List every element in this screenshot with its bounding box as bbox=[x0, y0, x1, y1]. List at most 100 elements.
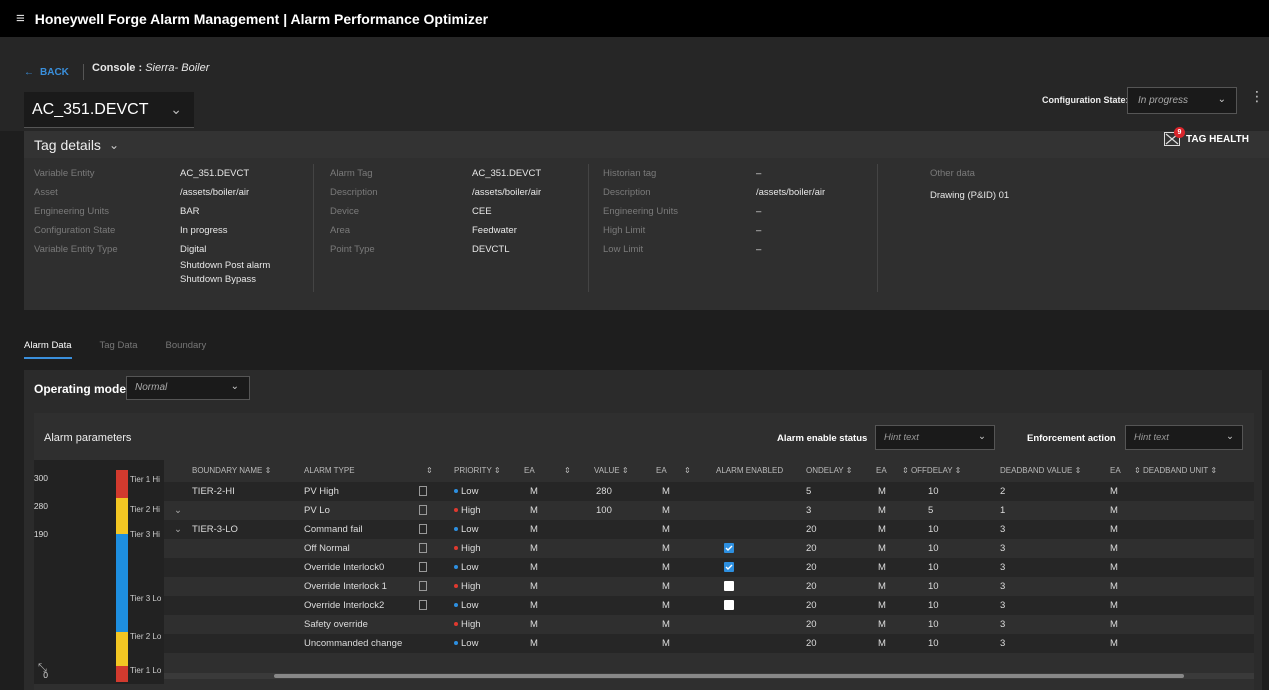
scrollbar-thumb[interactable] bbox=[274, 674, 1184, 678]
col-header-ea[interactable]: EA bbox=[1110, 460, 1121, 482]
detail-label: Engineering Units bbox=[34, 206, 109, 217]
priority-label: High bbox=[461, 505, 481, 516]
enforcement-action-select[interactable]: Hint text ⌄ bbox=[1125, 425, 1243, 450]
col-header-alarm-type[interactable]: ALARM TYPE bbox=[304, 460, 355, 482]
col-header-ea[interactable]: EA bbox=[656, 460, 667, 482]
table-row[interactable]: TIER-2-HI PV High Low M 280 M 5 M 10 2 M bbox=[164, 482, 1254, 501]
priority-dot-icon bbox=[454, 565, 458, 570]
tag-details-title: Tag details bbox=[34, 136, 101, 153]
kebab-icon[interactable]: ⋮ bbox=[1250, 88, 1264, 105]
document-icon[interactable] bbox=[419, 524, 427, 534]
col-header-value[interactable]: VALUE ⇕ bbox=[594, 460, 629, 482]
alarm-type-cell: Off Normal bbox=[304, 543, 350, 554]
col-header-deadband-unit[interactable]: ⇕ DEADBAND UNIT ⇕ bbox=[1134, 460, 1217, 482]
menu-icon[interactable]: ≡ bbox=[16, 10, 25, 27]
priority-dot-icon bbox=[454, 546, 458, 551]
tag-health-button[interactable]: 9 TAG HEALTH bbox=[1164, 127, 1249, 146]
table-row[interactable]: ⌄ TIER-3-LO Command fail Low M M 20 M 10 3 M bbox=[164, 520, 1254, 539]
col-header-offdelay[interactable]: ⇕ OFFDELAY ⇕ bbox=[902, 460, 961, 482]
boundary-name-cell: TIER-2-HI bbox=[192, 486, 235, 497]
sort-icon[interactable]: ⇕ bbox=[426, 460, 433, 482]
col-header-ea[interactable]: EA bbox=[524, 460, 535, 482]
priority-cell: High bbox=[454, 501, 481, 520]
col-header-ondelay[interactable]: ONDELAY ⇕ bbox=[806, 460, 852, 482]
offdelay-cell: 10 bbox=[928, 638, 939, 649]
col-header-priority[interactable]: PRIORITY ⇕ bbox=[454, 460, 501, 482]
document-icon[interactable] bbox=[419, 562, 427, 572]
tab-boundary[interactable]: Boundary bbox=[166, 340, 207, 359]
table-row[interactable]: Override Interlock 1 High M M 20 M 10 3 M bbox=[164, 577, 1254, 596]
boundary-label: Tier 3 Hi bbox=[130, 530, 160, 539]
table-row[interactable]: Off Normal High M M 20 M 10 3 M bbox=[164, 539, 1254, 558]
alarm-enabled-checkbox[interactable] bbox=[724, 581, 734, 591]
back-arrow-icon: ← bbox=[24, 66, 34, 78]
tag-select-value: AC_351.DEVCT bbox=[32, 100, 149, 118]
offdelay-cell: 10 bbox=[928, 486, 939, 497]
divider bbox=[877, 164, 878, 292]
sort-icon: ⇕ bbox=[621, 466, 629, 475]
ea-cell: M bbox=[662, 581, 670, 592]
detail-label: Configuration State bbox=[34, 225, 116, 236]
col-header-ea[interactable]: EA bbox=[876, 460, 887, 482]
boundary-label: Tier 3 Lo bbox=[130, 594, 162, 603]
sort-icon: ⇕ bbox=[845, 466, 853, 475]
ea-cell: M bbox=[1110, 524, 1118, 535]
detail-value: Digital bbox=[180, 244, 207, 255]
alarm-enable-status-select[interactable]: Hint text ⌄ bbox=[875, 425, 995, 450]
deadband-value-cell: 3 bbox=[1000, 600, 1006, 611]
boundary-bar: 300 280 190 0 Tier 1 Hi Tier 2 Hi Tier 3… bbox=[34, 460, 164, 684]
deadband-value-cell: 3 bbox=[1000, 581, 1006, 592]
tag-details-col1-values: AC_351.DEVCT /assets/boiler/air BAR In p… bbox=[180, 164, 270, 287]
detail-label: Area bbox=[330, 225, 351, 236]
deadband-value-cell: 3 bbox=[1000, 524, 1006, 535]
tag-health-icon: 9 bbox=[1164, 127, 1185, 146]
detail-value: BAR bbox=[180, 206, 200, 217]
sort-icon[interactable]: ⇕ bbox=[684, 460, 691, 482]
alarm-enabled-checkbox[interactable] bbox=[724, 543, 734, 553]
col-header-alarm-enabled[interactable]: ALARM ENABLED bbox=[716, 460, 783, 482]
ondelay-cell: 20 bbox=[806, 581, 817, 592]
alarm-enabled-checkbox[interactable] bbox=[724, 562, 734, 572]
col-header-boundary-name[interactable]: BOUNDARY NAME ⇕ bbox=[192, 460, 271, 482]
chevron-down-icon[interactable]: ⌄ bbox=[174, 501, 182, 520]
document-icon[interactable] bbox=[419, 581, 427, 591]
ea-cell: M bbox=[530, 562, 538, 573]
boundary-label: Tier 1 Lo bbox=[130, 666, 162, 675]
priority-label: Low bbox=[461, 600, 479, 611]
col-header-deadband-value[interactable]: DEADBAND VALUE ⇕ bbox=[1000, 460, 1081, 482]
tag-select[interactable]: AC_351.DEVCT ⌄ bbox=[24, 92, 194, 128]
divider bbox=[82, 64, 84, 80]
tab-tag-data[interactable]: Tag Data bbox=[100, 340, 138, 359]
table-row[interactable]: ⌄ PV Lo High M 100 M 3 M 5 1 M bbox=[164, 501, 1254, 520]
alarm-enabled-checkbox[interactable] bbox=[724, 600, 734, 610]
document-icon[interactable] bbox=[419, 543, 427, 553]
table-row[interactable]: Override Interlock0 Low M M 20 M 10 3 M bbox=[164, 558, 1254, 577]
table-row[interactable]: Safety override High M M 20 M 10 3 M bbox=[164, 615, 1254, 634]
priority-cell: Low bbox=[454, 520, 478, 539]
deadband-value-cell: 1 bbox=[1000, 505, 1006, 516]
config-state-select[interactable]: In progress ⌄ bbox=[1127, 87, 1237, 114]
back-button[interactable]: ← BACK bbox=[24, 64, 84, 80]
sort-icon[interactable]: ⇕ bbox=[564, 460, 571, 482]
document-icon[interactable] bbox=[419, 505, 427, 515]
chevron-down-icon[interactable]: ⌄ bbox=[174, 520, 182, 539]
document-icon[interactable] bbox=[419, 486, 427, 496]
alarm-type-cell: Safety override bbox=[304, 619, 368, 630]
tab-alarm-data[interactable]: Alarm Data bbox=[24, 340, 72, 359]
ea-cell: M bbox=[530, 524, 538, 535]
detail-label: Variable Entity Type bbox=[34, 244, 118, 255]
horizontal-scrollbar[interactable] bbox=[164, 673, 1254, 679]
table-row[interactable]: Uncommanded change Low M M 20 M 10 3 M bbox=[164, 634, 1254, 653]
expand-icon[interactable]: ⤡ bbox=[38, 662, 47, 675]
operating-mode-select[interactable]: Normal ⌄ bbox=[126, 376, 250, 400]
config-state-label: Configuration State: bbox=[1042, 95, 1129, 105]
document-icon[interactable] bbox=[419, 600, 427, 610]
ea-cell: M bbox=[878, 638, 886, 649]
tag-details-header[interactable]: Tag details ⌄ bbox=[24, 131, 1269, 158]
offdelay-cell: 10 bbox=[928, 562, 939, 573]
sort-icon: ⇕ bbox=[1074, 466, 1082, 475]
ea-cell: M bbox=[878, 505, 886, 516]
table-row[interactable]: Override Interlock2 Low M M 20 M 10 3 M bbox=[164, 596, 1254, 615]
boundary-value: 300 bbox=[33, 473, 48, 483]
boundary-name-cell: TIER-3-LO bbox=[192, 524, 238, 535]
